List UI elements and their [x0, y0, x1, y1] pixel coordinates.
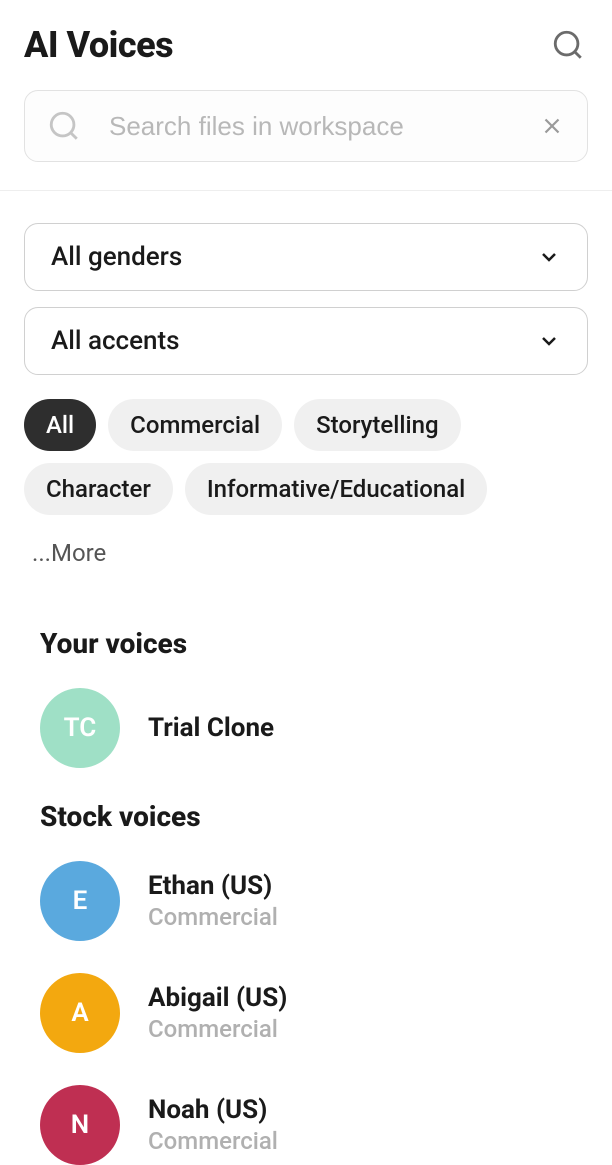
avatar: A	[40, 973, 120, 1053]
search-icon	[47, 109, 81, 143]
filter-chip-commercial[interactable]: Commercial	[108, 399, 282, 451]
accent-filter-dropdown[interactable]: All accents	[24, 307, 588, 375]
chip-label: Commercial	[130, 411, 260, 439]
chevron-down-icon	[537, 329, 561, 353]
more-filters-button[interactable]: ...More	[24, 527, 114, 579]
your-voices-title: Your voices	[40, 627, 572, 660]
chip-label: All	[46, 411, 74, 439]
chevron-down-icon	[537, 245, 561, 269]
filter-chip-informative-educational[interactable]: Informative/Educational	[185, 463, 487, 515]
accent-filter-label: All accents	[51, 326, 180, 356]
chip-label: Character	[46, 475, 151, 503]
filter-chip-all[interactable]: All	[24, 399, 96, 451]
voice-info: Noah (US)Commercial	[148, 1095, 278, 1155]
filter-chip-character[interactable]: Character	[24, 463, 173, 515]
filter-chip-storytelling[interactable]: Storytelling	[294, 399, 460, 451]
avatar: N	[40, 1085, 120, 1165]
search-input[interactable]	[109, 111, 511, 142]
gender-filter-label: All genders	[51, 242, 182, 272]
stock-voices-title: Stock voices	[40, 800, 572, 833]
voice-name: Trial Clone	[148, 713, 274, 743]
voice-name: Noah (US)	[148, 1095, 278, 1125]
close-icon	[539, 113, 565, 139]
avatar: E	[40, 861, 120, 941]
avatar-initials: N	[71, 1110, 89, 1140]
page-title: AI Voices	[24, 24, 173, 66]
voice-info: Trial Clone	[148, 713, 274, 743]
avatar-initials: TC	[64, 713, 97, 743]
gender-filter-dropdown[interactable]: All genders	[24, 223, 588, 291]
clear-search-button[interactable]	[539, 113, 565, 139]
chip-label: Informative/Educational	[207, 475, 465, 503]
your-voice-item[interactable]: TC Trial Clone	[40, 688, 572, 768]
search-icon	[551, 28, 585, 62]
avatar: TC	[40, 688, 120, 768]
voice-info: Abigail (US)Commercial	[148, 983, 287, 1043]
more-label: ...More	[32, 539, 106, 567]
stock-voice-item[interactable]: E Ethan (US)Commercial	[40, 861, 572, 941]
voice-name: Abigail (US)	[148, 983, 287, 1013]
voice-info: Ethan (US)Commercial	[148, 871, 278, 931]
stock-voice-item[interactable]: N Noah (US)Commercial	[40, 1085, 572, 1165]
voice-category: Commercial	[148, 903, 278, 931]
header-search-button[interactable]	[548, 25, 588, 65]
search-bar[interactable]	[24, 90, 588, 162]
voice-name: Ethan (US)	[148, 871, 278, 901]
avatar-initials: A	[71, 998, 88, 1028]
voice-category: Commercial	[148, 1015, 287, 1043]
stock-voice-item[interactable]: A Abigail (US)Commercial	[40, 973, 572, 1053]
avatar-initials: E	[73, 886, 88, 916]
voice-category: Commercial	[148, 1127, 278, 1155]
chip-label: Storytelling	[316, 411, 438, 439]
